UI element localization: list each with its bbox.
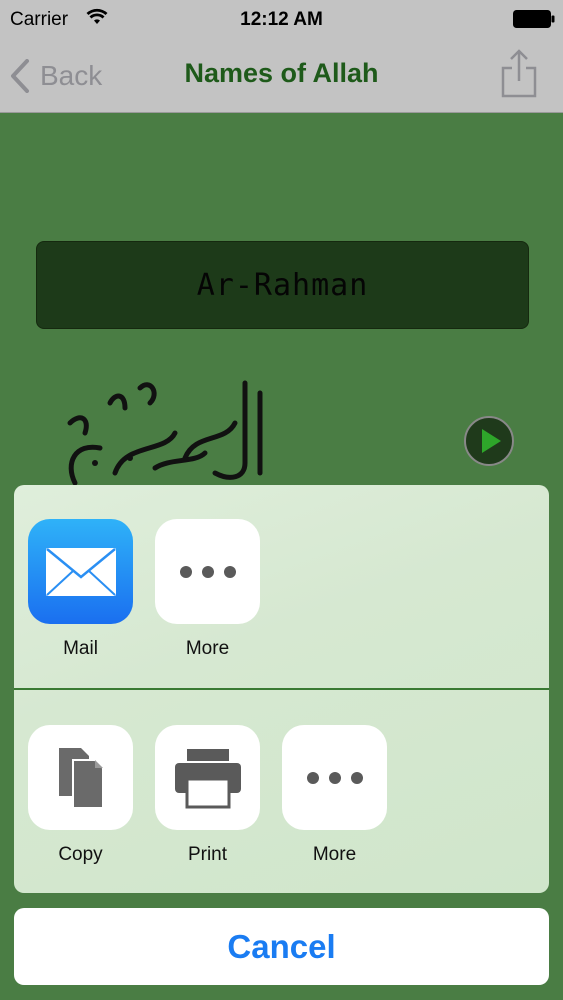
action-print-label: Print [187,844,228,865]
share-more-top-label: More [185,638,230,659]
action-copy-button[interactable]: Copy [28,725,133,866]
share-button[interactable] [499,48,539,98]
share-mail-label: Mail [63,638,98,659]
battery-icon [513,10,555,28]
name-label-box: Ar-Rahman [36,241,529,329]
share-icon [501,49,537,98]
action-more-label: More [312,844,357,865]
action-more-button[interactable]: More [282,725,387,866]
more-dots-icon [155,519,260,624]
action-print-button[interactable]: Print [155,725,260,866]
copy-icon [28,725,133,830]
cancel-button[interactable]: Cancel [14,908,549,985]
page-title: Names of Allah [184,58,379,88]
clock: 12:12 AM [240,9,323,30]
play-button[interactable] [463,415,515,467]
arabic-calligraphy-image [67,380,263,486]
navigation-bar: Back Names of Allah [0,38,563,113]
action-copy-label: Copy [58,844,103,865]
print-icon [155,725,260,830]
share-sheet: Mail More Copy Print More [14,485,549,893]
mail-icon [28,519,133,624]
more-dots-icon [282,725,387,830]
share-mail-button[interactable]: Mail [28,519,133,660]
sheet-divider [14,688,549,690]
status-bar: Carrier 12:12 AM [0,0,563,38]
share-more-top-button[interactable]: More [155,519,260,660]
